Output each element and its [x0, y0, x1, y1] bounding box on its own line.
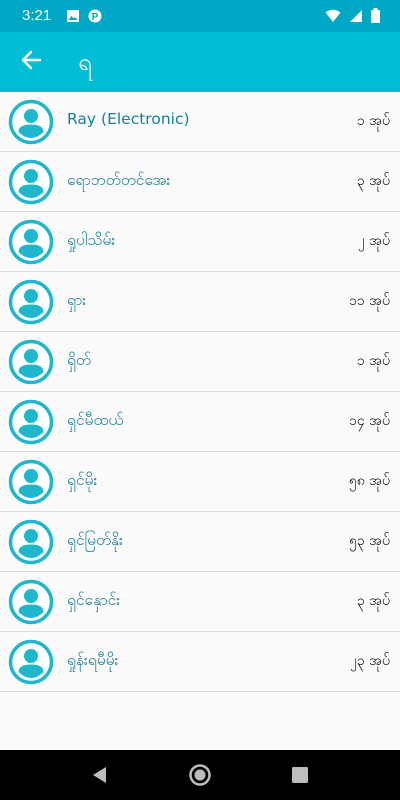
- list-item[interactable]: ရှင်မီထယ် ၁၄ အုပ်: [0, 392, 400, 452]
- avatar-icon: [8, 159, 54, 205]
- arrow-left-icon: [20, 49, 42, 75]
- circle-home-icon: [188, 764, 212, 791]
- list-item[interactable]: ရှုန်းရမီမိုး ၂၃ အုပ်: [0, 632, 400, 692]
- author-list: Ray (Electronic) ၁ အုပ် ရောဘတ်တင်အေး၃ အုပ်…: [0, 92, 400, 752]
- avatar-icon: [8, 519, 54, 565]
- system-icons: [325, 8, 380, 27]
- avatar-icon: [8, 459, 54, 505]
- status-bar: 3:21 P: [0, 0, 400, 32]
- author-name: ရှုပါသိမ်း: [67, 231, 116, 249]
- avatar-icon: [8, 399, 54, 445]
- battery-icon: [371, 8, 380, 27]
- p-app-notification-icon: P: [88, 8, 102, 27]
- svg-text:P: P: [92, 12, 99, 23]
- avatar-icon: [8, 99, 54, 145]
- author-name: ရှင်နှောင်း: [67, 591, 121, 609]
- page-title: ရ: [78, 48, 92, 76]
- wifi-icon: [325, 8, 341, 27]
- list-item[interactable]: ရှင်မိုး ၅၈ အုပ်: [0, 452, 400, 512]
- book-count: ၁၄ အုပ်: [348, 413, 390, 429]
- book-count: ၁၁ အုပ်: [348, 293, 390, 309]
- nav-back-button[interactable]: [88, 763, 112, 787]
- notification-icons: P: [66, 8, 102, 27]
- status-time: 3:21: [22, 7, 52, 24]
- avatar-icon: [8, 639, 54, 685]
- author-name: ရှုန်းရမီမိုး: [67, 651, 119, 669]
- square-recents-icon: [288, 767, 312, 791]
- book-count: ၁ အုပ်: [356, 113, 390, 129]
- avatar-icon: [8, 279, 54, 325]
- author-name: ရှင်မြတ်နိုး: [67, 531, 123, 549]
- list-item[interactable]: ရှား ၁၁ အုပ်: [0, 272, 400, 332]
- list-item[interactable]: ရှင်နှောင်း ၃ အုပ်: [0, 572, 400, 632]
- navigation-bar: [0, 750, 400, 800]
- book-count: ၂၃ အုပ်: [349, 653, 390, 669]
- author-name: ရှင်မီထယ်: [67, 411, 124, 429]
- avatar-icon: [8, 339, 54, 385]
- avatar-icon: [8, 219, 54, 265]
- list-item[interactable]: ရှုပါသိမ်း ၂ အုပ်: [0, 212, 400, 272]
- image-notification-icon: [66, 8, 80, 27]
- book-count: ၅၃ အုပ်: [348, 533, 390, 549]
- list-item[interactable]: ရှင်မြတ်နိုး ၅၃ အုပ်: [0, 512, 400, 572]
- book-count: ၃ အုပ်: [356, 593, 390, 609]
- book-count: ၁ အုပ်: [356, 353, 390, 369]
- nav-recents-button[interactable]: [288, 763, 312, 787]
- signal-icon: [349, 8, 363, 27]
- book-count: ၃ အုပ်: [356, 173, 390, 189]
- book-count: ၂ အုပ်: [357, 233, 390, 249]
- nav-home-button[interactable]: [188, 763, 212, 787]
- list-item[interactable]: Ray (Electronic) ၁ အုပ်: [0, 92, 400, 152]
- back-button[interactable]: [8, 40, 54, 84]
- author-name: ရောဘတ်တင်အေး: [67, 171, 171, 189]
- author-name: Ray (Electronic): [67, 110, 190, 128]
- avatar-icon: [8, 579, 54, 625]
- list-item[interactable]: ရှိတ် ၁ အုပ်: [0, 332, 400, 392]
- list-item[interactable]: ရောဘတ်တင်အေး ၃ အုပ်: [0, 152, 400, 212]
- author-name: ရှိတ်: [67, 351, 91, 369]
- author-name: ရှင်မိုး: [67, 471, 98, 489]
- triangle-back-icon: [88, 767, 112, 791]
- app-bar: ရ: [0, 32, 400, 92]
- book-count: ၅၈ အုပ်: [348, 473, 390, 489]
- author-name: ရှား: [67, 291, 87, 309]
